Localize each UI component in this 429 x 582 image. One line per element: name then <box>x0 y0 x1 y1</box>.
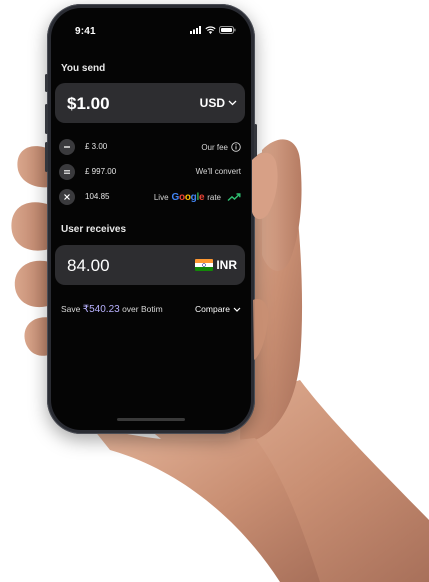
fee-description-text: Our fee <box>201 142 228 152</box>
receive-currency-select[interactable]: INR <box>195 258 237 272</box>
fee-value: £ 3.00 <box>85 142 108 151</box>
savings-prefix: Save <box>61 304 81 314</box>
fee-row-our-fee: £ 3.00 Our fee <box>59 139 243 157</box>
receive-amount-box[interactable]: 84.00 INR <box>55 245 245 285</box>
savings-suffix: over Botim <box>122 304 163 314</box>
google-logo: Google <box>171 192 205 203</box>
wifi-icon <box>205 26 216 34</box>
convert-value: £ 997.00 <box>85 167 117 176</box>
info-icon[interactable] <box>231 142 241 152</box>
india-flag-icon <box>195 259 214 271</box>
send-currency-label: USD <box>199 96 225 110</box>
app-screen: 9:41 You send $1.00 USD £ 3.00 Our fee £… <box>51 8 251 430</box>
battery-icon <box>219 26 236 34</box>
times-icon <box>59 189 75 205</box>
equals-icon <box>59 164 75 180</box>
fee-row-rate: 104.85 Live Google rate <box>59 189 243 207</box>
home-indicator <box>117 418 185 421</box>
savings-amount: ₹540.23 <box>82 304 120 315</box>
send-amount-input[interactable]: $1.00 <box>67 94 110 114</box>
phone-volume-down-button <box>45 142 48 172</box>
phone-frame: 9:41 You send $1.00 USD £ 3.00 Our fee £… <box>45 4 257 434</box>
chevron-down-icon <box>228 100 237 106</box>
minus-icon <box>59 139 75 155</box>
rate-description: Live Google rate <box>154 192 241 203</box>
status-bar: 9:41 <box>51 8 251 48</box>
rate-prefix: Live <box>153 193 169 202</box>
receive-label: User receives <box>61 224 127 235</box>
status-time: 9:41 <box>75 26 96 37</box>
fee-description: Our fee <box>201 142 241 152</box>
rate-suffix: rate <box>207 193 221 202</box>
stage: 9:41 You send $1.00 USD £ 3.00 Our fee £… <box>0 0 429 582</box>
phone-side-button <box>45 74 48 92</box>
compare-button[interactable]: Compare <box>195 304 241 314</box>
fee-row-convert: £ 997.00 We'll convert <box>59 164 243 182</box>
trending-up-icon <box>227 193 241 202</box>
status-icons <box>190 26 236 34</box>
signal-icon <box>190 26 201 34</box>
compare-label: Compare <box>195 304 230 314</box>
rate-value: 104.85 <box>85 192 110 201</box>
chevron-down-icon <box>233 307 241 312</box>
receive-amount-value: 84.00 <box>67 256 110 275</box>
send-label: You send <box>61 63 106 74</box>
savings-row: Save ₹540.23 over Botim Compare <box>61 304 241 318</box>
phone-power-button <box>254 124 257 168</box>
send-amount-box[interactable]: $1.00 USD <box>55 83 245 123</box>
phone-volume-up-button <box>45 104 48 134</box>
convert-description: We'll convert <box>195 167 241 176</box>
send-currency-select[interactable]: USD <box>200 96 237 110</box>
receive-currency-label: INR <box>216 258 237 272</box>
